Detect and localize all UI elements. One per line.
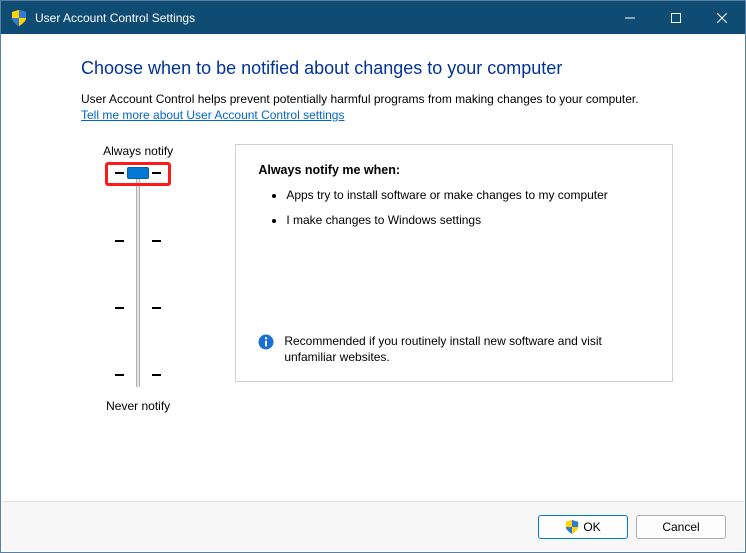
page-description: User Account Control helps prevent poten… [81,91,673,107]
slider-thumb[interactable] [127,167,149,179]
slider-track [136,172,140,387]
cancel-button[interactable]: Cancel [636,515,726,539]
cancel-button-label: Cancel [662,520,699,534]
notification-slider[interactable] [81,172,195,387]
ok-button[interactable]: OK [538,515,628,539]
maximize-button[interactable] [653,1,699,34]
slider-label-always: Always notify [81,144,195,158]
minimize-button[interactable] [607,1,653,34]
minimize-icon [625,13,635,23]
notification-slider-column: Always notify Never notify [81,144,195,413]
close-button[interactable] [699,1,745,34]
slider-tick [115,307,161,309]
info-panel: Always notify me when: Apps try to insta… [235,144,673,382]
maximize-icon [671,13,681,23]
shield-icon [11,10,27,26]
info-icon [258,334,274,350]
panel-bullets: Apps try to install software or make cha… [258,187,650,237]
learn-more-link[interactable]: Tell me more about User Account Control … [81,108,344,122]
titlebar: User Account Control Settings [1,1,745,34]
slider-tick [115,240,161,242]
list-item: I make changes to Windows settings [286,212,650,229]
uac-settings-window: User Account Control Settings Choose whe… [0,0,746,553]
page-heading: Choose when to be notified about changes… [81,58,673,79]
slider-label-never: Never notify [81,399,195,413]
content-area: Choose when to be notified about changes… [1,34,745,552]
window-title: User Account Control Settings [35,11,195,25]
recommendation-row: Recommended if you routinely install new… [258,333,650,365]
list-item: Apps try to install software or make cha… [286,187,650,204]
footer: OK Cancel [2,501,744,551]
ok-button-label: OK [583,520,600,534]
recommendation-text: Recommended if you routinely install new… [284,333,650,365]
slider-tick [115,374,161,376]
close-icon [717,13,727,23]
panel-title: Always notify me when: [258,163,650,177]
body-area: Always notify Never notify Always notify… [81,144,673,413]
shield-icon [565,520,579,534]
